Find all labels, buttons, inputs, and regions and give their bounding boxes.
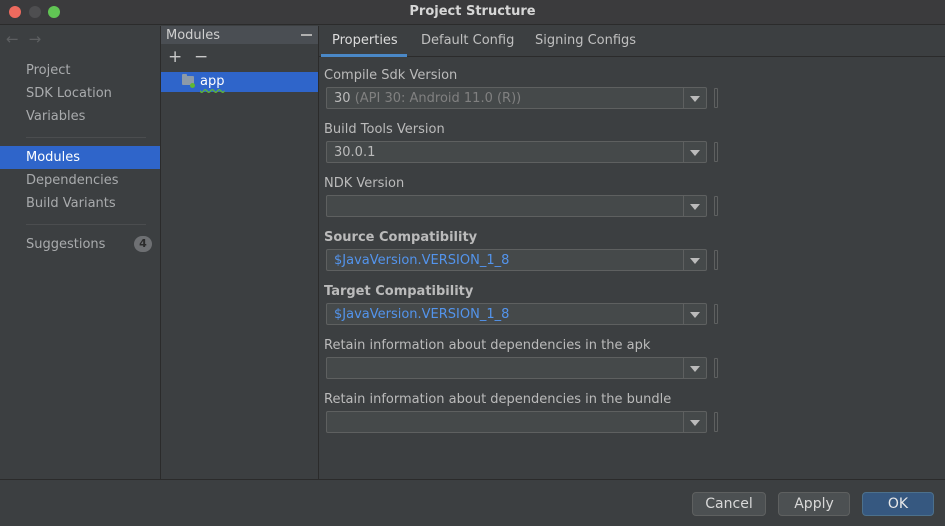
sidebar-divider bbox=[26, 224, 146, 225]
compile-sdk-hint: (API 30: Android 11.0 (R)) bbox=[354, 91, 522, 106]
window-title: Project Structure bbox=[409, 4, 536, 19]
properties-panel: Properties Default Config Signing Config… bbox=[319, 26, 945, 479]
sidebar-item-suggestions[interactable]: Suggestions bbox=[26, 237, 105, 252]
target-compatibility-label: Target Compatibility bbox=[324, 284, 474, 299]
build-tools-value: 30.0.1 bbox=[334, 145, 376, 160]
build-tools-label: Build Tools Version bbox=[324, 122, 445, 137]
field-side-handle bbox=[714, 196, 718, 216]
forward-arrow-icon[interactable]: → bbox=[29, 30, 42, 48]
module-label: app bbox=[200, 74, 225, 89]
chevron-down-icon[interactable] bbox=[690, 258, 700, 264]
ndk-version-label: NDK Version bbox=[324, 176, 405, 191]
tab-signing-configs[interactable]: Signing Configs bbox=[535, 33, 636, 48]
field-side-handle bbox=[714, 142, 718, 162]
tab-default-config[interactable]: Default Config bbox=[421, 33, 514, 48]
dialog-footer: Cancel Apply OK bbox=[0, 479, 945, 526]
compile-sdk-value-text: 30 bbox=[334, 91, 351, 106]
nav-arrows: ← → bbox=[6, 30, 51, 48]
apply-button[interactable]: Apply bbox=[778, 492, 850, 516]
retain-apk-combo[interactable] bbox=[326, 357, 707, 379]
compile-sdk-label: Compile Sdk Version bbox=[324, 68, 458, 83]
field-side-handle bbox=[714, 250, 718, 270]
chevron-down-icon[interactable] bbox=[690, 96, 700, 102]
add-module-button[interactable]: + bbox=[168, 48, 182, 66]
source-compatibility-combo[interactable]: $JavaVersion.VERSION_1_8 bbox=[326, 249, 707, 271]
build-tools-combo[interactable]: 30.0.1 bbox=[326, 141, 707, 163]
tab-properties[interactable]: Properties bbox=[332, 33, 398, 48]
active-tab-indicator bbox=[321, 54, 407, 57]
field-side-handle bbox=[714, 358, 718, 378]
cancel-button[interactable]: Cancel bbox=[692, 492, 766, 516]
sidebar-item-dependencies[interactable]: Dependencies bbox=[26, 173, 119, 188]
android-module-dot-icon bbox=[190, 83, 195, 88]
sidebar-item-modules[interactable]: Modules bbox=[26, 150, 80, 165]
chevron-down-icon[interactable] bbox=[690, 204, 700, 210]
sidebar-item-sdk-location[interactable]: SDK Location bbox=[26, 86, 112, 101]
title-bar: Project Structure bbox=[0, 0, 945, 25]
tab-bar: Properties Default Config Signing Config… bbox=[319, 26, 945, 57]
target-compatibility-value: $JavaVersion.VERSION_1_8 bbox=[334, 307, 510, 322]
source-compatibility-value: $JavaVersion.VERSION_1_8 bbox=[334, 253, 510, 268]
sidebar-item-build-variants[interactable]: Build Variants bbox=[26, 196, 116, 211]
collapse-panel-icon[interactable] bbox=[301, 34, 312, 36]
back-arrow-icon[interactable]: ← bbox=[6, 30, 19, 48]
field-side-handle bbox=[714, 88, 718, 108]
sidebar-item-project[interactable]: Project bbox=[26, 63, 70, 78]
chevron-down-icon[interactable] bbox=[690, 366, 700, 372]
ok-button[interactable]: OK bbox=[862, 492, 934, 516]
chevron-down-icon[interactable] bbox=[690, 312, 700, 318]
modules-header: Modules bbox=[161, 26, 318, 44]
compile-sdk-value: 30 (API 30: Android 11.0 (R)) bbox=[334, 91, 521, 106]
module-item-app[interactable]: app bbox=[161, 72, 318, 92]
field-side-handle bbox=[714, 304, 718, 324]
target-compatibility-combo[interactable]: $JavaVersion.VERSION_1_8 bbox=[326, 303, 707, 325]
modules-title: Modules bbox=[166, 28, 221, 43]
retain-bundle-combo[interactable] bbox=[326, 411, 707, 433]
sidebar: ← → Project SDK Location Variables Module… bbox=[0, 26, 161, 479]
modules-toolbar: + − bbox=[161, 46, 318, 70]
modules-panel: Modules + − app bbox=[161, 26, 319, 479]
chevron-down-icon[interactable] bbox=[690, 420, 700, 426]
remove-module-button[interactable]: − bbox=[194, 48, 208, 66]
field-side-handle bbox=[714, 412, 718, 432]
sidebar-item-variables[interactable]: Variables bbox=[26, 109, 85, 124]
sidebar-divider bbox=[26, 137, 146, 138]
source-compatibility-label: Source Compatibility bbox=[324, 230, 478, 245]
compile-sdk-combo[interactable]: 30 (API 30: Android 11.0 (R)) bbox=[326, 87, 707, 109]
ndk-version-combo[interactable] bbox=[326, 195, 707, 217]
chevron-down-icon[interactable] bbox=[690, 150, 700, 156]
suggestions-count-badge: 4 bbox=[134, 236, 152, 252]
retain-bundle-label: Retain information about dependencies in… bbox=[324, 392, 672, 407]
retain-apk-label: Retain information about dependencies in… bbox=[324, 338, 651, 353]
